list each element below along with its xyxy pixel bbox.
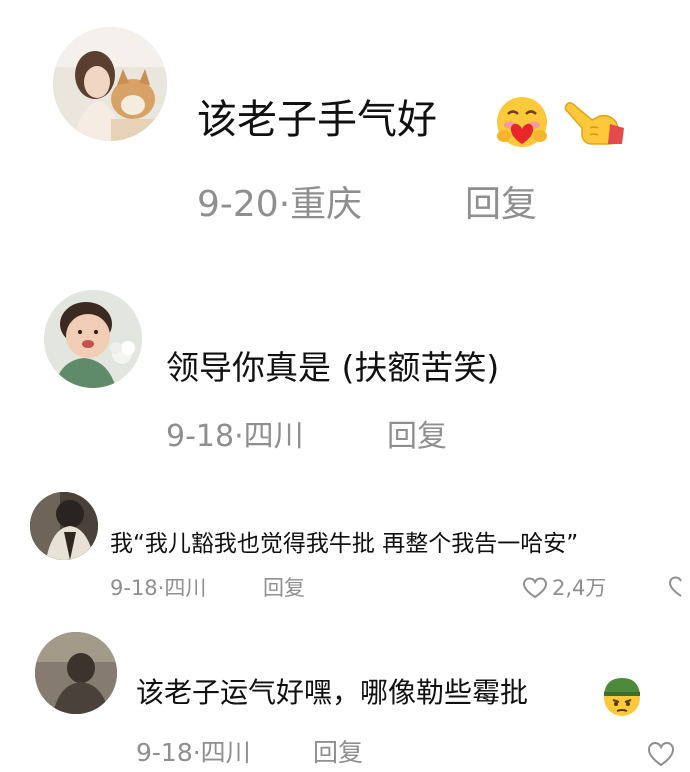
reply-button[interactable]: 回复 [387,419,447,455]
reply-button[interactable]: 回复 [263,575,305,601]
comment-date-location: 9-18·四川 [166,419,304,454]
avatar[interactable] [44,290,142,388]
comment-date-location: 9-20·重庆 [197,184,363,225]
comment-text: 该老子运气好嘿，哪像勒些霉批 [136,676,529,709]
avatar-photo [44,290,142,388]
comment-text: 该老子手气好 [197,97,437,143]
like-count: 2,4万 [552,576,607,600]
avatar[interactable] [35,632,117,714]
avatar-photo [53,27,167,141]
avatar[interactable] [30,492,98,560]
reply-button[interactable]: 回复 [465,183,537,227]
avatar[interactable] [53,27,167,141]
comment-date-location: 9-18·四川 [110,576,207,600]
comment-date-location: 9-18·四川 [136,738,251,767]
comment-text: 领导你真是 (扶额苦笑) [166,348,500,387]
smiling-face-with-heart-icon [492,94,552,150]
heart-icon[interactable] [646,740,690,768]
reply-button[interactable]: 回复 [313,737,363,769]
thinking-soldier-face-icon [600,674,644,718]
heart-icon [522,576,548,600]
like-button[interactable]: 2,4万 [522,575,606,601]
pointing-hand-icon [562,98,628,148]
comment-item: 该老子运气好嘿，哪像勒些霉批 9-18·四川 回复 [0,620,690,772]
comment-item: 该老子手气好 9-20·重庆 回复 [0,0,690,250]
avatar-photo [30,492,98,560]
comment-item: 领导你真是 (扶额苦笑) 9-18·四川 回复 [0,250,690,480]
comment-item: 我“我儿豁我也觉得我牛批 再整个我告一哈安” 9-18·四川 回复 2,4万 [0,480,690,620]
comment-text: 我“我儿豁我也觉得我牛批 再整个我告一哈安” [110,531,579,557]
share-icon[interactable] [666,575,690,601]
avatar-photo [35,632,117,714]
